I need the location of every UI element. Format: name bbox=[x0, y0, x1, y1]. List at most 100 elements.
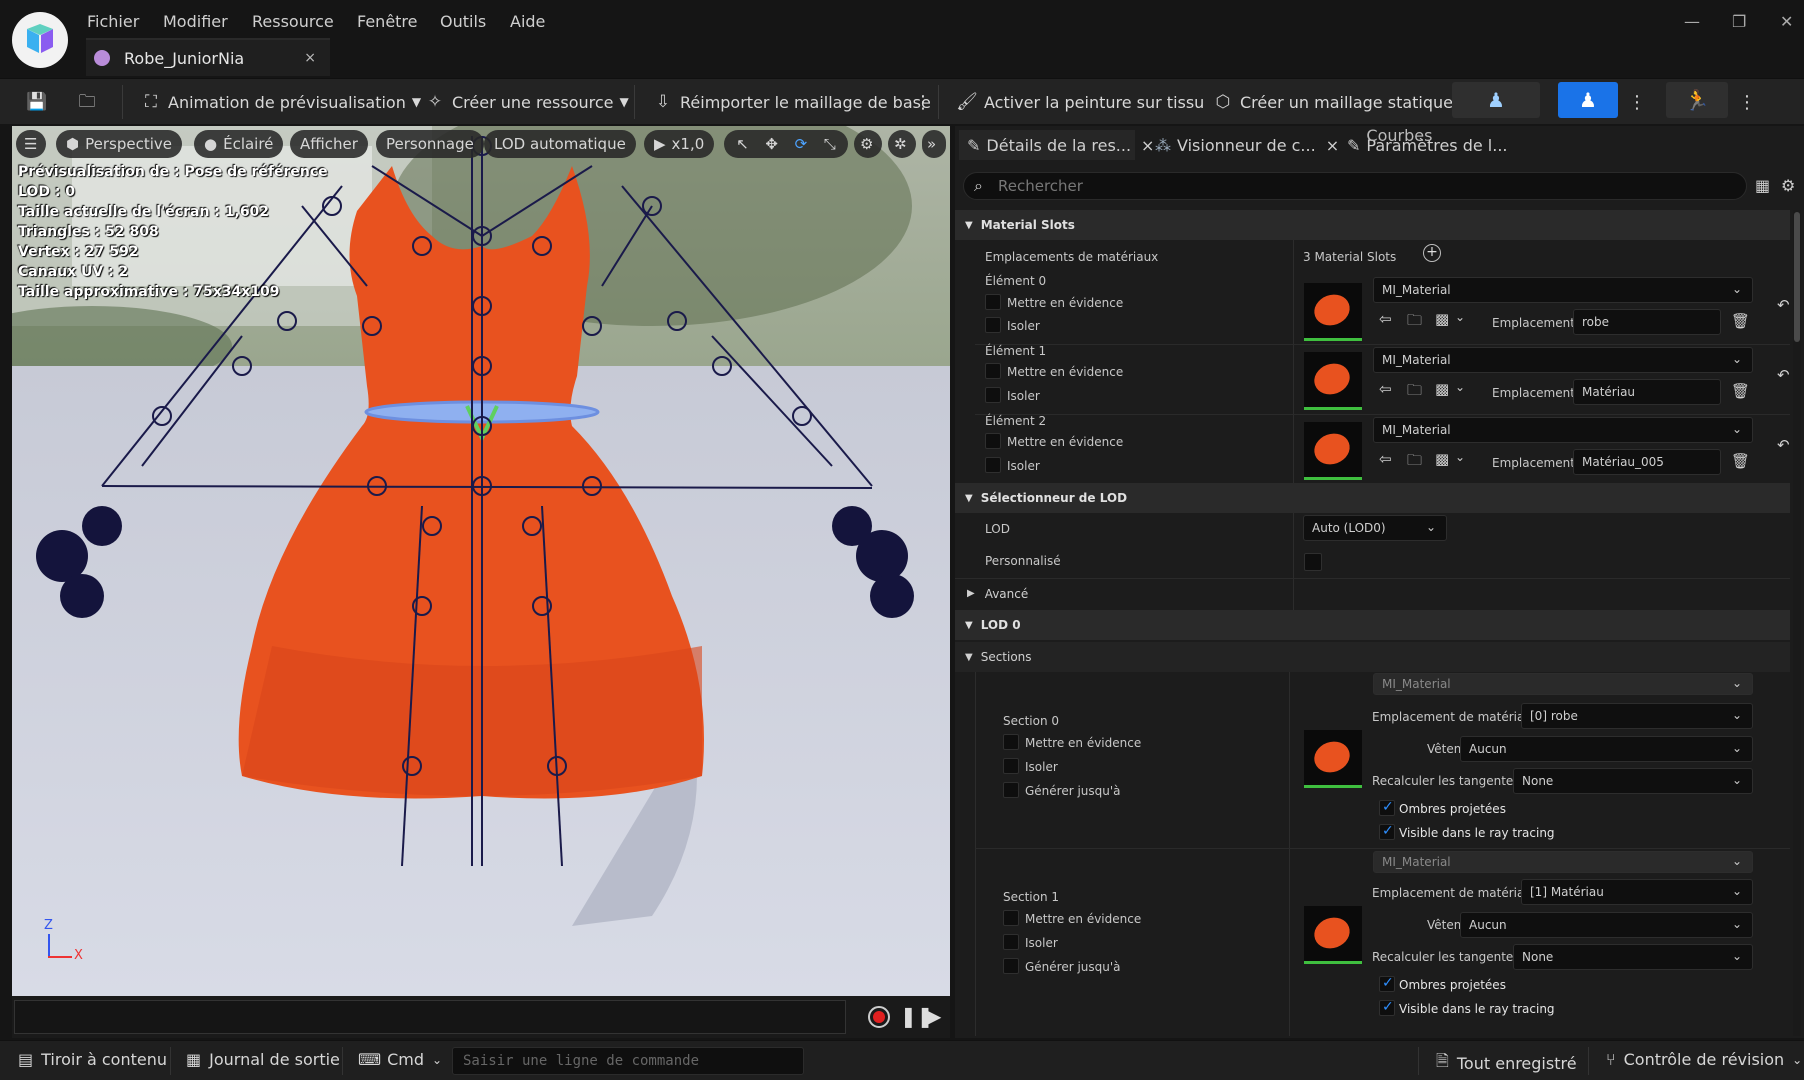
section-0-generate-checkbox[interactable] bbox=[1003, 782, 1019, 798]
browse-to-asset-icon[interactable]: ⇦ bbox=[1379, 310, 1392, 328]
section-0-isolate-checkbox[interactable] bbox=[1003, 758, 1019, 774]
scale-icon[interactable]: ⤡ bbox=[824, 135, 836, 153]
static-mesh-button[interactable]: ⬡ Créer un maillage statique bbox=[1212, 87, 1453, 117]
advanced-row[interactable]: ▶ Avancé bbox=[955, 578, 1790, 608]
material-thumbnail[interactable] bbox=[1304, 283, 1362, 341]
element-1-isolate-checkbox[interactable] bbox=[985, 387, 1001, 403]
material-slots-header[interactable]: ▼ Material Slots bbox=[955, 210, 1790, 240]
perspective-button[interactable]: ⬢ Perspective bbox=[56, 130, 182, 158]
trash-icon[interactable]: 🗑 bbox=[1731, 312, 1750, 330]
menu-tools[interactable]: Outils bbox=[440, 12, 486, 31]
section-1-clothing-dropdown[interactable]: Aucun ⌄ bbox=[1460, 912, 1753, 938]
content-drawer-button[interactable]: ▤ Tiroir à contenu bbox=[18, 1050, 167, 1069]
element-2-slot-input[interactable]: Matériau_005 bbox=[1573, 449, 1721, 475]
chevron-down-icon[interactable]: ⌄ bbox=[1455, 310, 1465, 324]
reset-icon[interactable]: ↶ bbox=[1777, 436, 1790, 454]
app-logo[interactable] bbox=[12, 12, 68, 68]
checker-icon[interactable]: ▩ bbox=[1435, 310, 1449, 328]
checker-icon[interactable]: ▩ bbox=[1435, 450, 1449, 468]
viewport[interactable]: ☰ ⬢ Perspective ● Éclairé Afficher Personn… bbox=[12, 126, 950, 996]
section-1-isolate-checkbox[interactable] bbox=[1003, 934, 1019, 950]
tab-preview-settings[interactable]: ✎ Paramètres de l... Courbes bbox=[1339, 126, 1508, 160]
element-0-isolate-checkbox[interactable] bbox=[985, 317, 1001, 333]
revision-control-button[interactable]: ⑂ Contrôle de révision ⌄ bbox=[1606, 1050, 1802, 1069]
custom-lod-checkbox[interactable] bbox=[1304, 553, 1322, 571]
section-1-raytracing-checkbox[interactable] bbox=[1379, 999, 1395, 1016]
expand-toolbar-button[interactable]: » bbox=[922, 130, 946, 158]
create-asset-dropdown[interactable]: ✧ Créer une ressource ▼ bbox=[424, 87, 629, 117]
element-2-highlight-checkbox[interactable] bbox=[985, 433, 1001, 449]
close-tab-icon[interactable]: × bbox=[1326, 136, 1339, 155]
element-1-highlight-checkbox[interactable] bbox=[985, 363, 1001, 379]
table-view-icon[interactable]: ▦ bbox=[1755, 176, 1770, 195]
add-slot-icon[interactable]: + bbox=[1423, 244, 1441, 262]
chevron-down-icon[interactable]: ⌄ bbox=[1455, 450, 1465, 464]
section-1-slot-dropdown[interactable]: [1] Matériau ⌄ bbox=[1521, 879, 1753, 905]
close-window-button[interactable]: ✕ bbox=[1780, 12, 1793, 31]
section-0-slot-dropdown[interactable]: [0] robe ⌄ bbox=[1521, 703, 1753, 729]
save-button[interactable]: 💾 bbox=[26, 87, 54, 117]
mesh-mode-button[interactable]: ♟ bbox=[1558, 82, 1618, 118]
animation-mode-button[interactable]: 🏃 bbox=[1666, 82, 1728, 118]
element-1-slot-input[interactable]: Matériau bbox=[1573, 379, 1721, 405]
browse-to-asset-icon[interactable]: ⇦ bbox=[1379, 380, 1392, 398]
material-thumbnail[interactable] bbox=[1304, 730, 1362, 788]
tab-curve-viewer[interactable]: ⁂ Visionneur de c... × bbox=[1147, 130, 1339, 160]
section-1-tangents-dropdown[interactable]: None ⌄ bbox=[1513, 944, 1753, 970]
section-1-shadows-checkbox[interactable] bbox=[1379, 975, 1395, 992]
menu-window[interactable]: Fenêtre bbox=[357, 12, 418, 31]
move-icon[interactable]: ✥ bbox=[765, 135, 778, 153]
more-options-icon[interactable]: ⋮ bbox=[914, 87, 932, 117]
reset-icon[interactable]: ↶ bbox=[1777, 366, 1790, 384]
cmd-dropdown[interactable]: ⌨ Cmd ⌄ bbox=[358, 1050, 442, 1069]
restore-button[interactable]: ❐ bbox=[1732, 12, 1746, 31]
output-log-button[interactable]: ▦ Journal de sortie bbox=[186, 1050, 340, 1069]
section-0-raytracing-checkbox[interactable] bbox=[1379, 823, 1395, 840]
trash-icon[interactable]: 🗑 bbox=[1731, 382, 1750, 400]
close-tab-icon[interactable]: × bbox=[304, 50, 316, 66]
character-button[interactable]: Personnage bbox=[376, 130, 484, 158]
lit-button[interactable]: ● Éclairé bbox=[194, 130, 284, 158]
browse-to-asset-icon[interactable]: ⇦ bbox=[1379, 450, 1392, 468]
material-thumbnail[interactable] bbox=[1304, 906, 1362, 964]
preview-animation-dropdown[interactable]: ⛶ Animation de prévisualisation ▼ bbox=[140, 87, 421, 117]
command-input[interactable]: Saisir une ligne de commande bbox=[452, 1047, 804, 1075]
play-speed-button[interactable]: ▶ x1,0 bbox=[644, 130, 715, 158]
section-0-clothing-dropdown[interactable]: Aucun ⌄ bbox=[1460, 736, 1753, 762]
section-0-highlight-checkbox[interactable] bbox=[1003, 734, 1019, 750]
step-forward-button[interactable]: ▶ bbox=[926, 1004, 941, 1028]
skeleton-mode-button[interactable]: ♟ bbox=[1452, 82, 1540, 118]
lod-button[interactable]: LOD automatique bbox=[484, 130, 636, 158]
section-0-tangents-dropdown[interactable]: None ⌄ bbox=[1513, 768, 1753, 794]
element-2-material-dropdown[interactable]: MI_Material ⌄ bbox=[1373, 417, 1753, 443]
menu-asset[interactable]: Ressource bbox=[252, 12, 334, 31]
material-thumbnail[interactable] bbox=[1304, 422, 1362, 480]
cloth-paint-button[interactable]: 🖌 Activer la peinture sur tissu bbox=[956, 87, 1204, 117]
section-1-generate-checkbox[interactable] bbox=[1003, 958, 1019, 974]
snap-button[interactable]: ✲ bbox=[888, 130, 916, 158]
element-0-highlight-checkbox[interactable] bbox=[985, 294, 1001, 310]
menu-help[interactable]: Aide bbox=[510, 12, 545, 31]
more-anim-icon[interactable]: ⋮ bbox=[1738, 87, 1756, 117]
chevron-down-icon[interactable]: ⌄ bbox=[1455, 380, 1465, 394]
lod-dropdown[interactable]: Auto (LOD0) ⌄ bbox=[1303, 515, 1447, 541]
section-1-highlight-checkbox[interactable] bbox=[1003, 910, 1019, 926]
viewport-menu-button[interactable]: ☰ bbox=[16, 130, 46, 158]
select-icon[interactable]: ↖ bbox=[736, 135, 749, 153]
settings-gear-icon[interactable]: ⚙ bbox=[1781, 176, 1795, 195]
minimize-button[interactable]: — bbox=[1684, 12, 1700, 31]
section-1-material-dropdown[interactable]: MI_Material ⌄ bbox=[1373, 851, 1753, 873]
show-button[interactable]: Afficher bbox=[290, 130, 368, 158]
section-0-shadows-checkbox[interactable] bbox=[1379, 799, 1395, 816]
reimport-button[interactable]: ⇩ Réimporter le maillage de base bbox=[652, 87, 931, 117]
find-in-browser-icon[interactable]: 🗀 bbox=[1407, 310, 1422, 335]
reset-icon[interactable]: ↶ bbox=[1777, 296, 1790, 314]
find-in-browser-icon[interactable]: 🗀 bbox=[1407, 450, 1422, 475]
element-0-material-dropdown[interactable]: MI_Material ⌄ bbox=[1373, 277, 1753, 303]
checker-icon[interactable]: ▩ bbox=[1435, 380, 1449, 398]
find-in-browser-icon[interactable]: 🗀 bbox=[1407, 380, 1422, 405]
sections-header[interactable]: ▼ Sections bbox=[955, 642, 1790, 672]
lod-picker-header[interactable]: ▼ Sélectionneur de LOD bbox=[955, 483, 1790, 513]
timeline-scrubber[interactable] bbox=[14, 1000, 846, 1034]
save-all-button[interactable]: 🗎 Tout enregistré bbox=[1436, 1050, 1577, 1077]
